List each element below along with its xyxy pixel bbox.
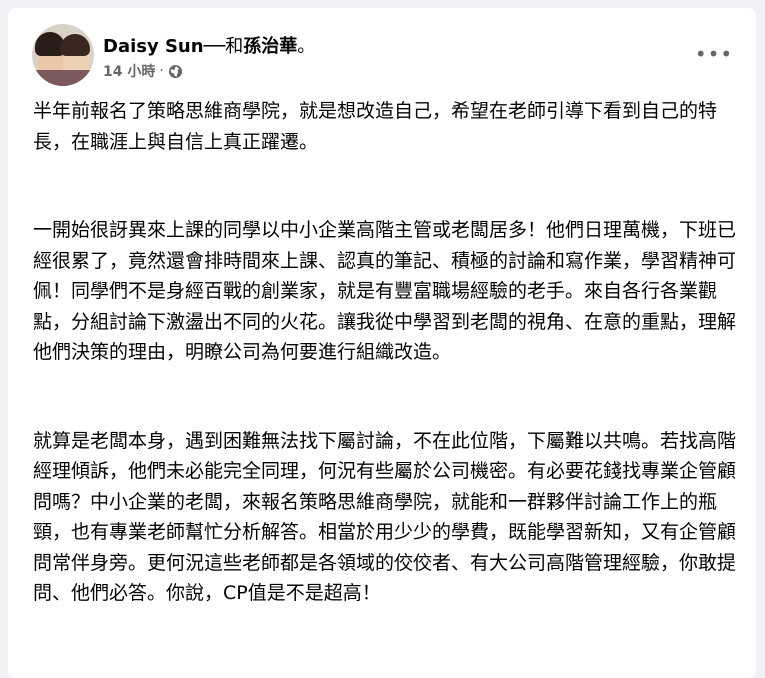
- avatar-hair-right: [60, 34, 90, 56]
- more-options-button[interactable]: •••: [694, 36, 734, 72]
- with-suffix: 。: [297, 36, 316, 57]
- post-paragraph-2: 一開始很訝異來上課的同學以中小企業高階主管或老闆居多！他們日理萬機，下班已經很累…: [33, 219, 737, 363]
- post-card: Daisy Sun──和孫治華。 14 小時 · ••• 半年前報名了策略思維商…: [8, 8, 756, 678]
- avatar-clothes: [32, 70, 94, 86]
- more-horizontal-icon: •••: [694, 42, 734, 66]
- post-header: Daisy Sun──和孫治華。 14 小時 · •••: [32, 24, 740, 88]
- author-line: Daisy Sun──和孫治華。: [103, 32, 315, 58]
- tagged-person-name[interactable]: 孫治華: [243, 36, 297, 57]
- post-timestamp[interactable]: 14 小時: [103, 61, 155, 81]
- author-name[interactable]: Daisy Sun: [103, 36, 204, 57]
- with-prefix: ──和: [203, 36, 244, 57]
- meta-separator: ·: [159, 63, 164, 79]
- author-avatar[interactable]: [32, 24, 94, 86]
- globe-icon[interactable]: [168, 64, 183, 79]
- post-text: 半年前報名了策略思維商學院，就是想改造自己，希望在老師引導下看到自己的特長，在職…: [33, 96, 739, 609]
- post-meta: 14 小時 ·: [103, 61, 183, 81]
- post-paragraph-1: 半年前報名了策略思維商學院，就是想改造自己，希望在老師引導下看到自己的特長，在職…: [33, 100, 718, 153]
- post-paragraph-3: 就算是老闆本身，遇到困難無法找下屬討論，不在此位階，下屬難以共鳴。若找高階經理傾…: [33, 429, 737, 605]
